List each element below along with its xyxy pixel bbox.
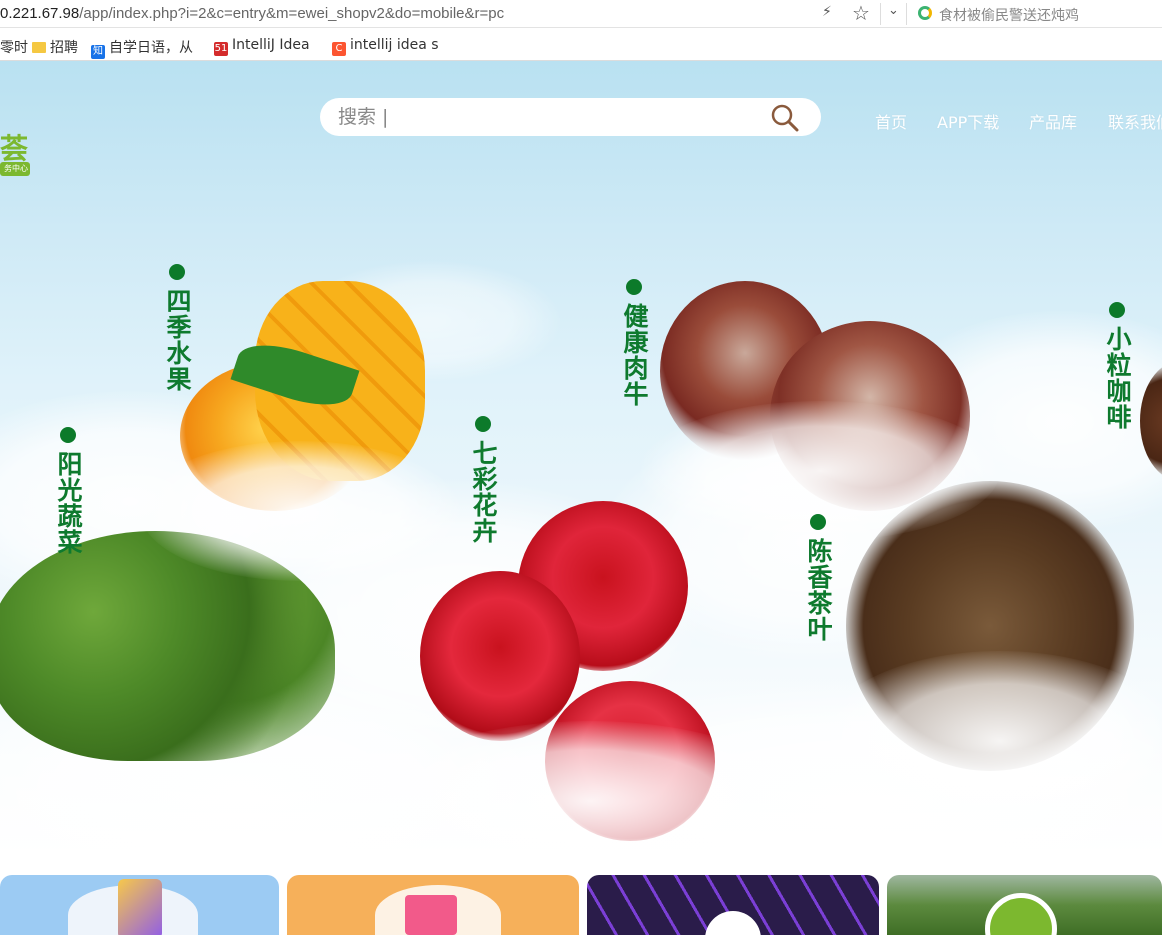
- category-aged-tea[interactable]: 陈香茶叶: [803, 514, 833, 642]
- play-circle-icon: [705, 911, 761, 935]
- category-dot: [1109, 302, 1125, 318]
- divider: [880, 3, 881, 25]
- csdn-icon: C: [332, 42, 346, 56]
- lightning-icon[interactable]: ⚡: [822, 4, 832, 20]
- category-label: 小粒咖啡: [1103, 326, 1132, 430]
- category-label: 陈香茶叶: [804, 538, 833, 642]
- feature-card-network[interactable]: [587, 875, 879, 935]
- bookmark-item[interactable]: 招聘: [32, 37, 78, 57]
- category-sunny-veg[interactable]: 阳光蔬菜: [53, 427, 83, 555]
- browser-address-bar[interactable]: 0.221.67.98/app/index.php?i=2&c=entry&m=…: [0, 0, 1162, 28]
- category-label: 四季水果: [163, 288, 192, 392]
- feature-card-app[interactable]: [0, 875, 279, 935]
- chevron-down-icon[interactable]: ⌄: [888, 3, 899, 18]
- category-label: 健康肉牛: [620, 303, 649, 407]
- gift-icon: [405, 895, 457, 935]
- zhihu-icon: 知: [91, 45, 105, 59]
- search-engine-icon: [918, 6, 932, 20]
- nav-product-library[interactable]: 产品库: [1029, 109, 1077, 133]
- search-suggestion[interactable]: 食材被偷民警送还炖鸡: [939, 5, 1079, 25]
- category-healthy-beef[interactable]: 健康肉牛: [619, 279, 649, 407]
- category-dot: [475, 416, 491, 432]
- star-icon[interactable]: ☆: [852, 1, 870, 25]
- url-text[interactable]: 0.221.67.98/app/index.php?i=2&c=entry&m=…: [0, 5, 504, 22]
- feature-card-farm[interactable]: [887, 875, 1162, 935]
- feature-card-gift[interactable]: [287, 875, 579, 935]
- category-small-coffee[interactable]: 小粒咖啡: [1102, 302, 1132, 430]
- category-dot: [810, 514, 826, 530]
- nav-home[interactable]: 首页: [875, 109, 907, 133]
- category-label: 阳光蔬菜: [54, 451, 83, 555]
- bookmark-item[interactable]: 零时: [0, 37, 28, 57]
- 51cto-icon: 51: [214, 42, 228, 56]
- main-nav: 首页 APP下载 产品库 联系我们: [0, 109, 1162, 133]
- divider: [906, 3, 907, 25]
- bookmark-item[interactable]: 知自学日语，从: [91, 37, 193, 59]
- nav-app-download[interactable]: APP下载: [937, 109, 999, 133]
- category-label: 七彩花卉: [469, 440, 498, 544]
- nav-contact-us[interactable]: 联系我们: [1108, 109, 1162, 133]
- hero-banner: 荟 务中心 首页 APP下载 产品库 联系我们 阳光蔬菜: [0, 61, 1162, 855]
- play-circle-icon: [985, 893, 1057, 935]
- cloud: [820, 651, 1162, 831]
- bookmark-item[interactable]: Cintellij idea s: [332, 37, 439, 56]
- category-dot: [169, 264, 185, 280]
- site-logo-subtitle: 务中心: [0, 162, 30, 176]
- feature-cards: [0, 855, 1162, 935]
- category-dot: [60, 427, 76, 443]
- category-dot: [626, 279, 642, 295]
- category-colorful-flowers[interactable]: 七彩花卉: [468, 416, 498, 544]
- cloud: [140, 441, 460, 581]
- category-four-season-fruit[interactable]: 四季水果: [162, 264, 192, 392]
- bookmarks-bar: 零时 招聘 知自学日语，从 51 IntelliJ Idea Cintellij …: [0, 28, 1162, 61]
- bookmark-item[interactable]: 51 IntelliJ Idea: [214, 37, 310, 56]
- folder-icon: [32, 42, 46, 53]
- rose-image[interactable]: [420, 571, 580, 741]
- site-logo[interactable]: 荟: [0, 127, 28, 167]
